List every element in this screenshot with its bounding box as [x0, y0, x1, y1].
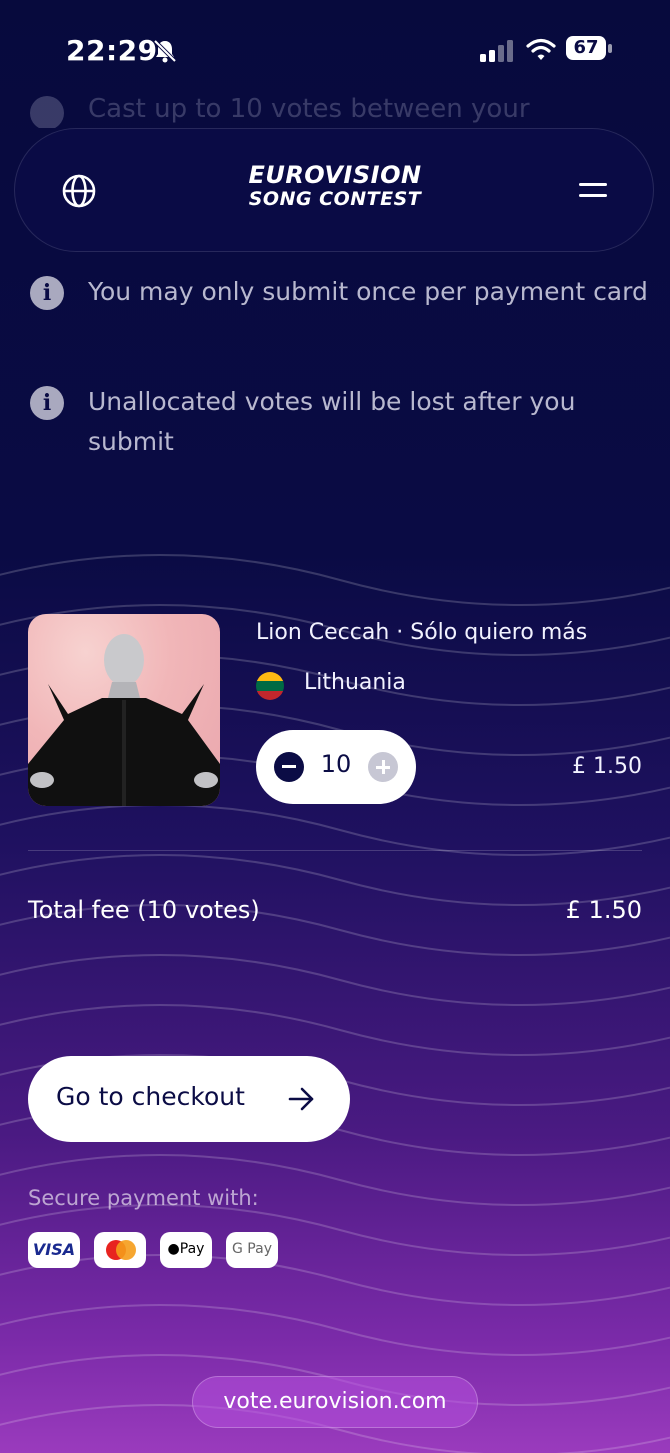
total-fee-value: £ 1.50	[565, 896, 642, 924]
battery-level: 67	[566, 36, 606, 60]
status-time: 22:29	[66, 34, 158, 67]
info-text: Unallocated votes will be lost after you…	[88, 387, 576, 456]
google-pay-logo: G Pay	[226, 1232, 278, 1268]
scrolled-info-text: Cast up to 10 votes between your	[88, 94, 530, 124]
cellular-signal-icon	[480, 40, 513, 62]
arrow-right-icon	[288, 1087, 314, 1111]
apple-icon: ●	[167, 1241, 180, 1257]
url-bar[interactable]: vote.eurovision.com	[192, 1376, 478, 1428]
logo-line-1: EUROVISION	[248, 161, 422, 189]
top-navigation: EUROVISION SONG CONTEST	[14, 128, 654, 252]
info-icon: i	[30, 276, 64, 310]
wifi-icon	[526, 38, 556, 60]
logo-line-2: SONG CONTEST	[248, 188, 422, 210]
entry-price: £ 1.50	[572, 754, 642, 779]
status-bar: 22:29 67	[0, 0, 670, 100]
info-icon: i	[30, 386, 64, 420]
go-to-checkout-button[interactable]: Go to checkout	[28, 1056, 350, 1142]
artist-photo	[28, 614, 220, 806]
battery-icon: 67	[566, 36, 614, 62]
lithuania-flag-icon	[256, 672, 284, 700]
artist-figure	[28, 634, 220, 806]
mastercard-logo	[94, 1232, 146, 1268]
hamburger-menu-icon[interactable]	[579, 179, 609, 203]
secure-payment-label: Secure payment with:	[28, 1186, 259, 1210]
decrease-votes-button[interactable]	[274, 752, 304, 782]
info-text: You may only submit once per payment car…	[88, 277, 648, 306]
divider	[28, 850, 642, 851]
checkout-label: Go to checkout	[56, 1082, 245, 1111]
vote-count: 10	[320, 750, 352, 778]
country-name: Lithuania	[304, 670, 406, 695]
bell-muted-icon	[153, 39, 177, 63]
visa-logo: VISA	[28, 1232, 80, 1268]
votes-stepper: 10	[256, 730, 416, 804]
eurovision-logo[interactable]: EUROVISION SONG CONTEST	[245, 163, 425, 219]
apple-pay-logo: ●Pay	[160, 1232, 212, 1268]
total-fee-label: Total fee (10 votes)	[28, 896, 260, 924]
info-icon	[30, 96, 64, 128]
song-title: Lion Ceccah · Sólo quiero más	[256, 620, 588, 645]
google-pay-text: G Pay	[232, 1241, 272, 1257]
globe-icon[interactable]	[61, 173, 97, 209]
visa-text: VISA	[32, 1240, 76, 1259]
scrolled-info-item: Cast up to 10 votes between your	[30, 94, 650, 128]
song-entry: Lion Ceccah · Sólo quiero más Lithuania …	[28, 614, 642, 810]
increase-votes-button[interactable]	[368, 752, 398, 782]
apple-pay-text: Pay	[179, 1241, 205, 1257]
